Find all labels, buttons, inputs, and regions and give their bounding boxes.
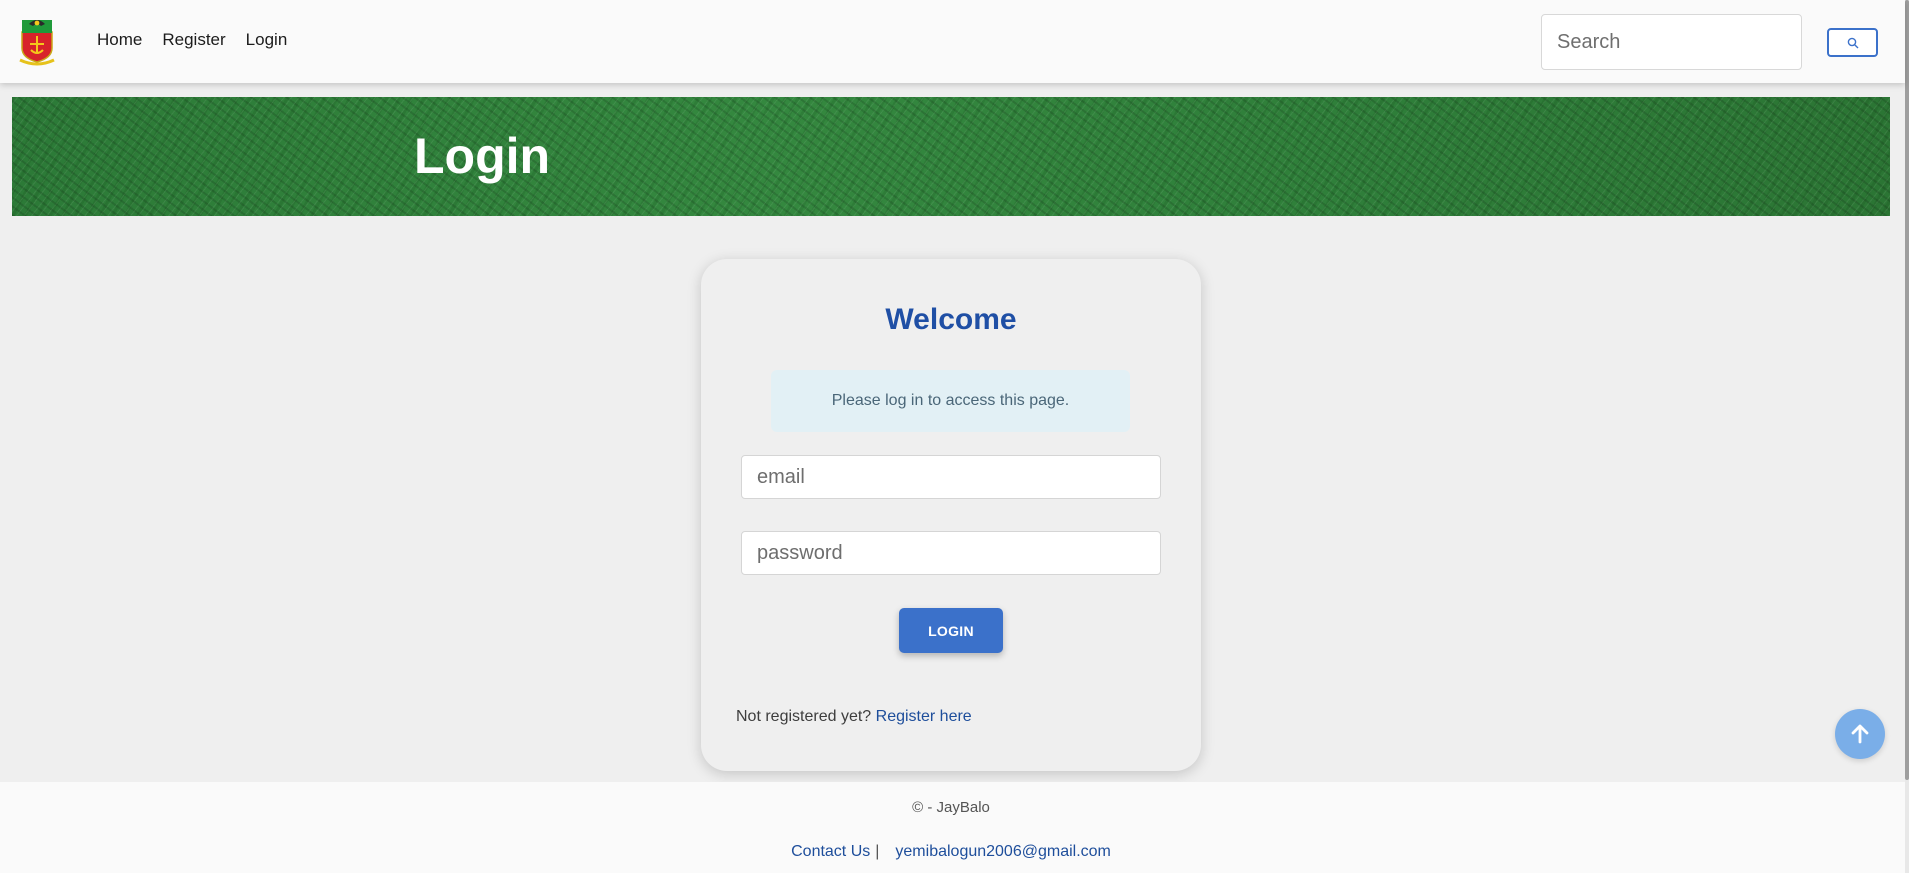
search-icon bbox=[1847, 37, 1858, 48]
back-to-top-button[interactable] bbox=[1835, 709, 1885, 759]
password-field[interactable] bbox=[741, 531, 1161, 575]
search-button[interactable] bbox=[1827, 28, 1878, 57]
login-button[interactable]: LOGIN bbox=[899, 608, 1003, 653]
page-title: Login bbox=[414, 128, 551, 184]
nav-login-link[interactable]: Login bbox=[246, 30, 288, 50]
page-scrollbar[interactable] bbox=[1905, 0, 1909, 873]
copyright-text: © - JayBalo bbox=[912, 799, 990, 816]
register-here-link[interactable]: Register here bbox=[876, 708, 972, 725]
page-footer: © - JayBalo Contact Us | yemibalogun2006@g… bbox=[0, 782, 1905, 873]
footer-email-link[interactable]: yemibalogun2006@gmail.com bbox=[895, 843, 1110, 860]
nav-links: Home Register Login bbox=[97, 30, 287, 50]
info-alert: Please log in to access this page. bbox=[771, 370, 1130, 432]
nav-home-link[interactable]: Home bbox=[97, 30, 142, 50]
search-input[interactable] bbox=[1541, 14, 1802, 70]
contact-us-link[interactable]: Contact Us bbox=[791, 843, 870, 860]
top-navbar: Home Register Login bbox=[0, 0, 1905, 83]
nav-register-link[interactable]: Register bbox=[162, 30, 225, 50]
welcome-heading: Welcome bbox=[885, 303, 1017, 336]
register-prompt: Not registered yet? Register here bbox=[736, 708, 972, 726]
arrow-up-icon bbox=[1851, 724, 1869, 744]
coat-of-arms-icon[interactable] bbox=[16, 14, 58, 66]
footer-separator: | bbox=[875, 843, 880, 860]
hero-banner: Login bbox=[12, 97, 1890, 216]
footer-contact-row: Contact Us | yemibalogun2006@gmail.com bbox=[0, 843, 1902, 861]
scrollbar-thumb[interactable] bbox=[1905, 0, 1909, 780]
info-alert-text: Please log in to access this page. bbox=[831, 392, 1070, 409]
register-prompt-text: Not registered yet? bbox=[736, 708, 872, 725]
email-field[interactable] bbox=[741, 455, 1161, 499]
